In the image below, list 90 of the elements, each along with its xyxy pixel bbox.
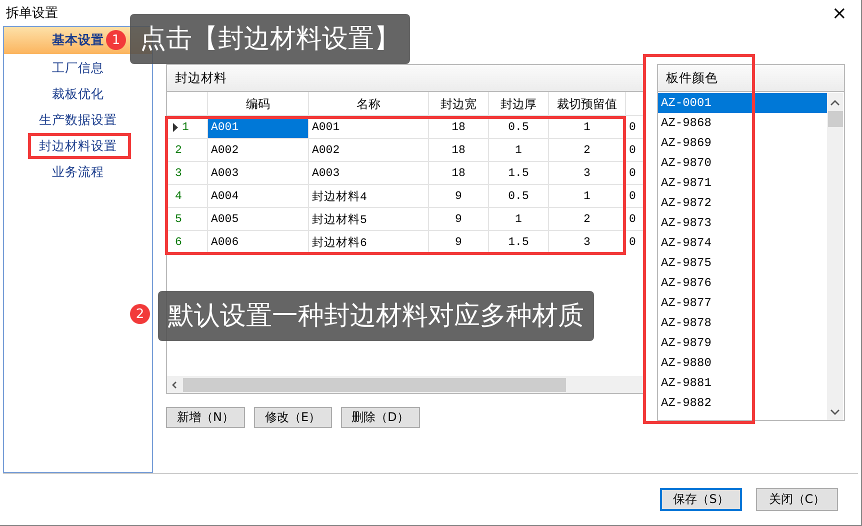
table-cell: 0 (626, 161, 644, 184)
list-item[interactable]: AZ-9881 (658, 373, 827, 393)
close-button[interactable]: × (828, 2, 851, 24)
table-cell: 0.5 (489, 115, 549, 138)
table-cell: 0 (626, 207, 644, 230)
list-item[interactable]: AZ-9878 (658, 313, 827, 333)
dialog-button[interactable]: 关闭（C） (756, 488, 838, 510)
row-header[interactable]: 6 (167, 230, 208, 253)
table-cell: A006 (208, 230, 309, 253)
dialog-button[interactable]: 保存（S） (660, 488, 742, 510)
sidebar-item[interactable]: 封边材料设置 (4, 133, 152, 159)
list-item[interactable]: AZ-9873 (658, 213, 827, 233)
column-header[interactable]: 封边厚 (489, 92, 549, 116)
table-cell: 3 (549, 161, 626, 184)
table-cell: 1 (549, 115, 626, 138)
table-cell: 9 (429, 230, 489, 253)
table-cell: 封边材料6 (309, 230, 429, 253)
list-item[interactable]: AZ-9872 (658, 193, 827, 213)
table-cell: A003 (208, 161, 309, 184)
row-number: 4 (175, 190, 182, 202)
window-title: 拆单设置 (6, 5, 58, 22)
horizontal-scrollbar[interactable] (167, 376, 644, 393)
table-cell: A001 (309, 115, 429, 138)
sidebar-item[interactable]: 裁板优化 (4, 81, 152, 107)
list-item[interactable]: AZ-9876 (658, 273, 827, 293)
table-cell: 1.5 (489, 161, 549, 184)
table-cell: A004 (208, 184, 309, 207)
table-cell: 封边材料5 (309, 207, 429, 230)
list-item[interactable]: AZ-9879 (658, 333, 827, 353)
table-cell: 18 (429, 115, 489, 138)
row-number: 6 (175, 236, 182, 248)
table-cell: 0 (626, 184, 644, 207)
row-header[interactable]: 2 (167, 138, 208, 161)
table-cell: 2 (549, 207, 626, 230)
row-header[interactable]: 4 (167, 184, 208, 207)
table-cell: 2 (549, 138, 626, 161)
row-number: 2 (175, 144, 182, 156)
table-cell: 18 (429, 138, 489, 161)
table-cell: A002 (208, 138, 309, 161)
table-cell: A002 (309, 138, 429, 161)
table-cell: 0 (626, 115, 644, 138)
column-header[interactable]: 封边宽 (429, 92, 489, 116)
list-item[interactable]: AZ-0001 (658, 93, 827, 113)
table-cell: A003 (309, 161, 429, 184)
table-cell: 1.5 (489, 230, 549, 253)
table-cell: 0 (626, 230, 644, 253)
column-header[interactable]: 裁切预留值 (549, 92, 626, 116)
list-item[interactable]: AZ-9869 (658, 133, 827, 153)
table-cell: 9 (429, 207, 489, 230)
list-item[interactable]: AZ-9871 (658, 173, 827, 193)
list-item[interactable]: AZ-9877 (658, 293, 827, 313)
list-item[interactable]: AZ-9870 (658, 153, 827, 173)
list-item[interactable]: AZ-9880 (658, 353, 827, 373)
table-cell: 封边材料4 (309, 184, 429, 207)
column-header[interactable]: 名称 (309, 92, 429, 116)
sidebar-item[interactable]: 生产数据设置 (4, 107, 152, 133)
list-item[interactable]: AZ-9875 (658, 253, 827, 273)
list-item[interactable]: AZ-9868 (658, 113, 827, 133)
sidebar-item[interactable]: 业务流程 (4, 159, 152, 185)
scroll-down-icon[interactable] (830, 408, 840, 416)
panel-title: 封边材料 (167, 65, 644, 92)
row-number: 1 (182, 120, 189, 134)
callout: 点击【封边材料设置】 (130, 14, 410, 64)
row-number: 3 (175, 166, 182, 180)
action-button[interactable]: 修改（E） (254, 407, 332, 428)
list-item[interactable]: AZ-9874 (658, 233, 827, 253)
table-cell: 1 (489, 207, 549, 230)
scrollbar-thumb[interactable] (183, 378, 566, 392)
table-cell: 18 (429, 161, 489, 184)
list-item[interactable]: AZ-9882 (658, 393, 827, 413)
panel-title: 板件颜色 (658, 65, 844, 92)
current-row-icon (173, 122, 178, 132)
table-cell: 0.5 (489, 184, 549, 207)
step-badge: 2 (130, 304, 150, 324)
table-cell: 0 (626, 138, 644, 161)
row-header[interactable]: 3 (167, 161, 208, 184)
scroll-left-icon[interactable] (171, 380, 179, 388)
action-button[interactable]: 删除（D） (340, 407, 420, 428)
table-cell: 1 (549, 184, 626, 207)
scrollbar-thumb[interactable] (828, 111, 842, 127)
table-cell: 9 (429, 184, 489, 207)
row-number: 5 (175, 212, 182, 226)
scroll-up-icon[interactable] (830, 99, 840, 107)
row-header[interactable]: 5 (167, 207, 208, 230)
vertical-scrollbar[interactable] (827, 93, 843, 420)
action-button[interactable]: 新增（N） (166, 407, 245, 428)
table-cell: 1 (489, 138, 549, 161)
table-cell: 3 (549, 230, 626, 253)
callout: 默认设置一种封边材料对应多种材质 (158, 291, 594, 341)
table-cell: A005 (208, 207, 309, 230)
